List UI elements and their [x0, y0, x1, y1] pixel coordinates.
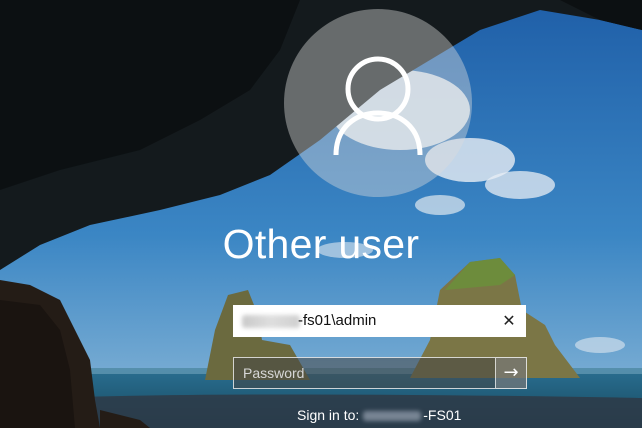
username-field[interactable]: -fs01\admin ✕	[233, 305, 526, 337]
sign-in-label: Sign in to:	[297, 407, 360, 423]
user-avatar	[284, 9, 472, 197]
user-icon	[333, 56, 423, 156]
redacted-machine-prefix	[363, 411, 422, 422]
account-name-title: Other user	[222, 221, 420, 267]
clear-username-button[interactable]: ✕	[497, 309, 521, 333]
password-placeholder: Password	[243, 365, 305, 381]
sign-in-target: Sign in to: -FS01	[297, 407, 461, 423]
arrow-right-icon: →	[503, 362, 519, 383]
sign-in-submit-button[interactable]: →	[496, 357, 527, 389]
password-field[interactable]: Password	[233, 357, 496, 389]
username-value: -fs01\admin	[298, 312, 377, 329]
redacted-domain	[242, 315, 300, 328]
sign-in-machine: -FS01	[423, 407, 462, 423]
close-icon: ✕	[502, 311, 516, 330]
